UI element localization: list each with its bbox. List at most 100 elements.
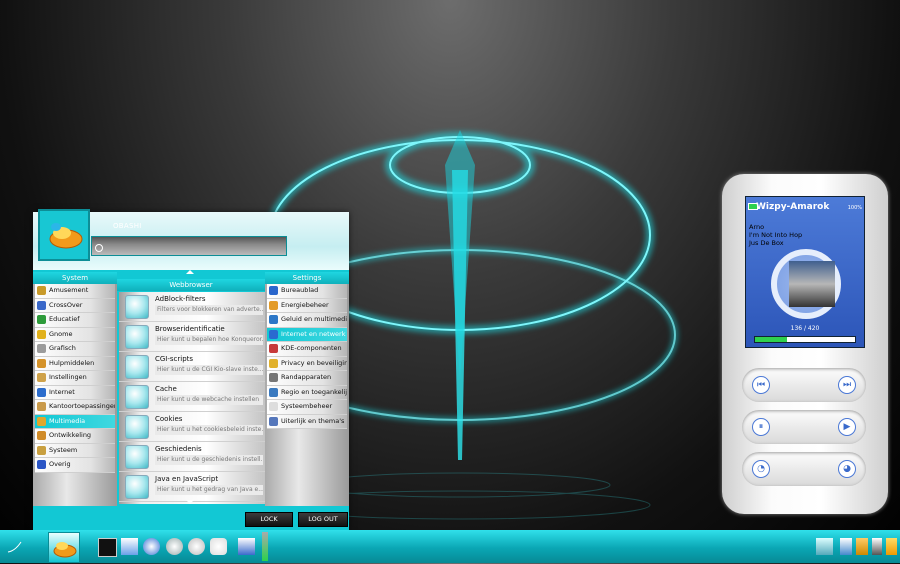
disc-icon[interactable] <box>188 538 205 555</box>
system-item-label: Grafisch <box>49 344 76 353</box>
settings-item[interactable]: Internet en netwerk <box>267 327 347 342</box>
system-item[interactable]: Systeem <box>35 443 115 458</box>
player-title: Wizpy-Amarok <box>756 202 830 212</box>
skip-back-icon[interactable]: ⏮ <box>752 376 770 394</box>
settings-category-icon <box>269 300 278 310</box>
module-icon <box>125 355 149 379</box>
settings-item[interactable]: Geluid en multimedia <box>267 313 347 328</box>
webbrowser-item[interactable]: Cookies Hier kunt u het cookiesbeleid ins… <box>119 412 265 442</box>
settings-item[interactable]: Bureaublad <box>267 284 347 299</box>
trash-icon[interactable] <box>816 538 833 555</box>
module-description: Hier kunt u het gedrag van Java e... <box>155 485 263 495</box>
volume-down-icon[interactable]: ◔ <box>752 460 770 478</box>
volume-level: 100% <box>847 205 862 211</box>
volume-up-icon[interactable]: ◕ <box>838 460 856 478</box>
settings-item-label: Geluid en multimedia <box>281 315 347 324</box>
lock-button[interactable]: LOCK <box>245 512 293 527</box>
system-item[interactable]: Hulpmiddelen <box>35 356 115 371</box>
skip-controls: ⏮ ⏭ <box>742 368 866 402</box>
window-icon[interactable] <box>238 538 255 555</box>
system-item-label: Gnome <box>49 329 73 338</box>
webbrowser-item[interactable]: Geschiedenis Hier kunt u de geschiedenis … <box>119 442 265 472</box>
progress-fill <box>755 337 788 342</box>
settings-category-icon <box>269 344 278 354</box>
settings-category-icon <box>269 402 278 412</box>
settings-category-icon <box>269 286 278 296</box>
system-item[interactable]: Internet <box>35 385 115 400</box>
playback-controls: ⏸ ▶ <box>742 410 866 444</box>
album-disc <box>771 249 841 319</box>
module-title: Cookies <box>155 415 183 423</box>
settings-item[interactable]: Energiebeheer <box>267 298 347 313</box>
system-item-label: Instellingen <box>49 373 87 382</box>
system-item-label: Amusement <box>49 286 89 295</box>
scroll-up-icon[interactable] <box>186 270 194 274</box>
printer-icon[interactable] <box>210 538 227 555</box>
system-item[interactable]: Ontwikkeling <box>35 429 115 444</box>
settings-item-label: Internet en netwerk <box>281 329 346 338</box>
webbrowser-items-list: AdBlock-filters Filters voor blokkeren va… <box>119 292 265 504</box>
resource-meter <box>262 532 268 561</box>
systray-icon-4[interactable] <box>886 538 897 555</box>
system-item[interactable]: CrossOver <box>35 298 115 313</box>
track-title: I'm Not Into Hop <box>749 231 803 239</box>
system-category-list: Amusement CrossOver Educatief Gnome Grafisch… <box>33 284 117 506</box>
kmenu-button[interactable] <box>48 532 80 563</box>
scroll-down-icon[interactable] <box>186 500 194 504</box>
pause-icon[interactable]: ⏸ <box>752 418 770 436</box>
play-icon[interactable]: ▶ <box>838 418 856 436</box>
system-item[interactable]: Multimedia <box>35 414 115 429</box>
user-avatar[interactable] <box>38 209 90 261</box>
webbrowser-item[interactable]: Browseridentificatie Hier kunt u bepalen … <box>119 322 265 352</box>
webbrowser-item[interactable]: Cache Hier kunt u de webcache instellen <box>119 382 265 412</box>
skip-forward-icon[interactable]: ⏭ <box>838 376 856 394</box>
settings-item[interactable]: Randapparaten <box>267 371 347 386</box>
module-description: Hier kunt u bepalen hoe Konqueror... <box>155 335 263 345</box>
settings-item[interactable]: KDE-componenten <box>267 342 347 357</box>
menu-footer: LOCK LOG OUT <box>33 508 349 530</box>
module-icon <box>125 385 149 409</box>
settings-item[interactable]: Uiterlijk en thema's <box>267 414 347 429</box>
settings-category-icon <box>269 315 278 325</box>
system-item-label: Hulpmiddelen <box>49 358 95 367</box>
desktop-switch-icon[interactable] <box>6 538 23 555</box>
search-input[interactable] <box>104 240 286 252</box>
settings-category-icon <box>269 387 278 397</box>
menu-header: OBASHI <box>33 209 349 270</box>
konqueror-icon[interactable] <box>143 538 160 555</box>
network-icon[interactable] <box>121 538 138 555</box>
settings-item[interactable]: Regio en toegankelijk. <box>267 385 347 400</box>
webbrowser-item[interactable]: Java en JavaScript Hier kunt u het gedrag… <box>119 472 265 502</box>
logout-button[interactable]: LOG OUT <box>298 512 348 527</box>
system-item[interactable]: Gnome <box>35 327 115 342</box>
settings-item-label: Randapparaten <box>281 373 332 382</box>
module-title: AdBlock-filters <box>155 295 206 303</box>
settings-item[interactable]: Privacy en beveiliging <box>267 356 347 371</box>
system-item[interactable]: Kantoortoepassingen <box>35 400 115 415</box>
module-icon <box>125 475 149 499</box>
system-category-icon <box>37 329 46 339</box>
systray-icon-3[interactable] <box>872 538 882 555</box>
system-category-icon <box>37 286 46 296</box>
system-category-icon <box>37 300 46 310</box>
webbrowser-item[interactable]: AdBlock-filters Filters voor blokkeren va… <box>119 292 265 322</box>
module-title: CGI-scripts <box>155 355 194 363</box>
system-item[interactable]: Overig <box>35 458 115 473</box>
settings-item-label: Systeembeheer <box>281 402 333 411</box>
search-box[interactable] <box>91 236 287 256</box>
system-item[interactable]: Amusement <box>35 284 115 299</box>
systray-icon-2[interactable] <box>856 538 868 555</box>
webbrowser-item[interactable]: CGI-scripts Hier kunt u de CGI Kio-slave … <box>119 352 265 382</box>
media-icon[interactable] <box>166 538 183 555</box>
systray-icon-1[interactable] <box>840 538 852 555</box>
progress-bar[interactable] <box>754 336 856 343</box>
settings-item[interactable]: Systeembeheer <box>267 400 347 415</box>
terminal-icon[interactable] <box>98 538 117 557</box>
system-item[interactable]: Educatief <box>35 313 115 328</box>
volume-controls: ◔ ◕ <box>742 452 866 486</box>
player-screen: Wizpy-Amarok 100% Arno I'm Not Into Hop … <box>745 196 865 348</box>
settings-category-icon <box>269 373 278 383</box>
system-item[interactable]: Grafisch <box>35 342 115 357</box>
system-item[interactable]: Instellingen <box>35 371 115 386</box>
system-category-icon <box>37 373 46 383</box>
